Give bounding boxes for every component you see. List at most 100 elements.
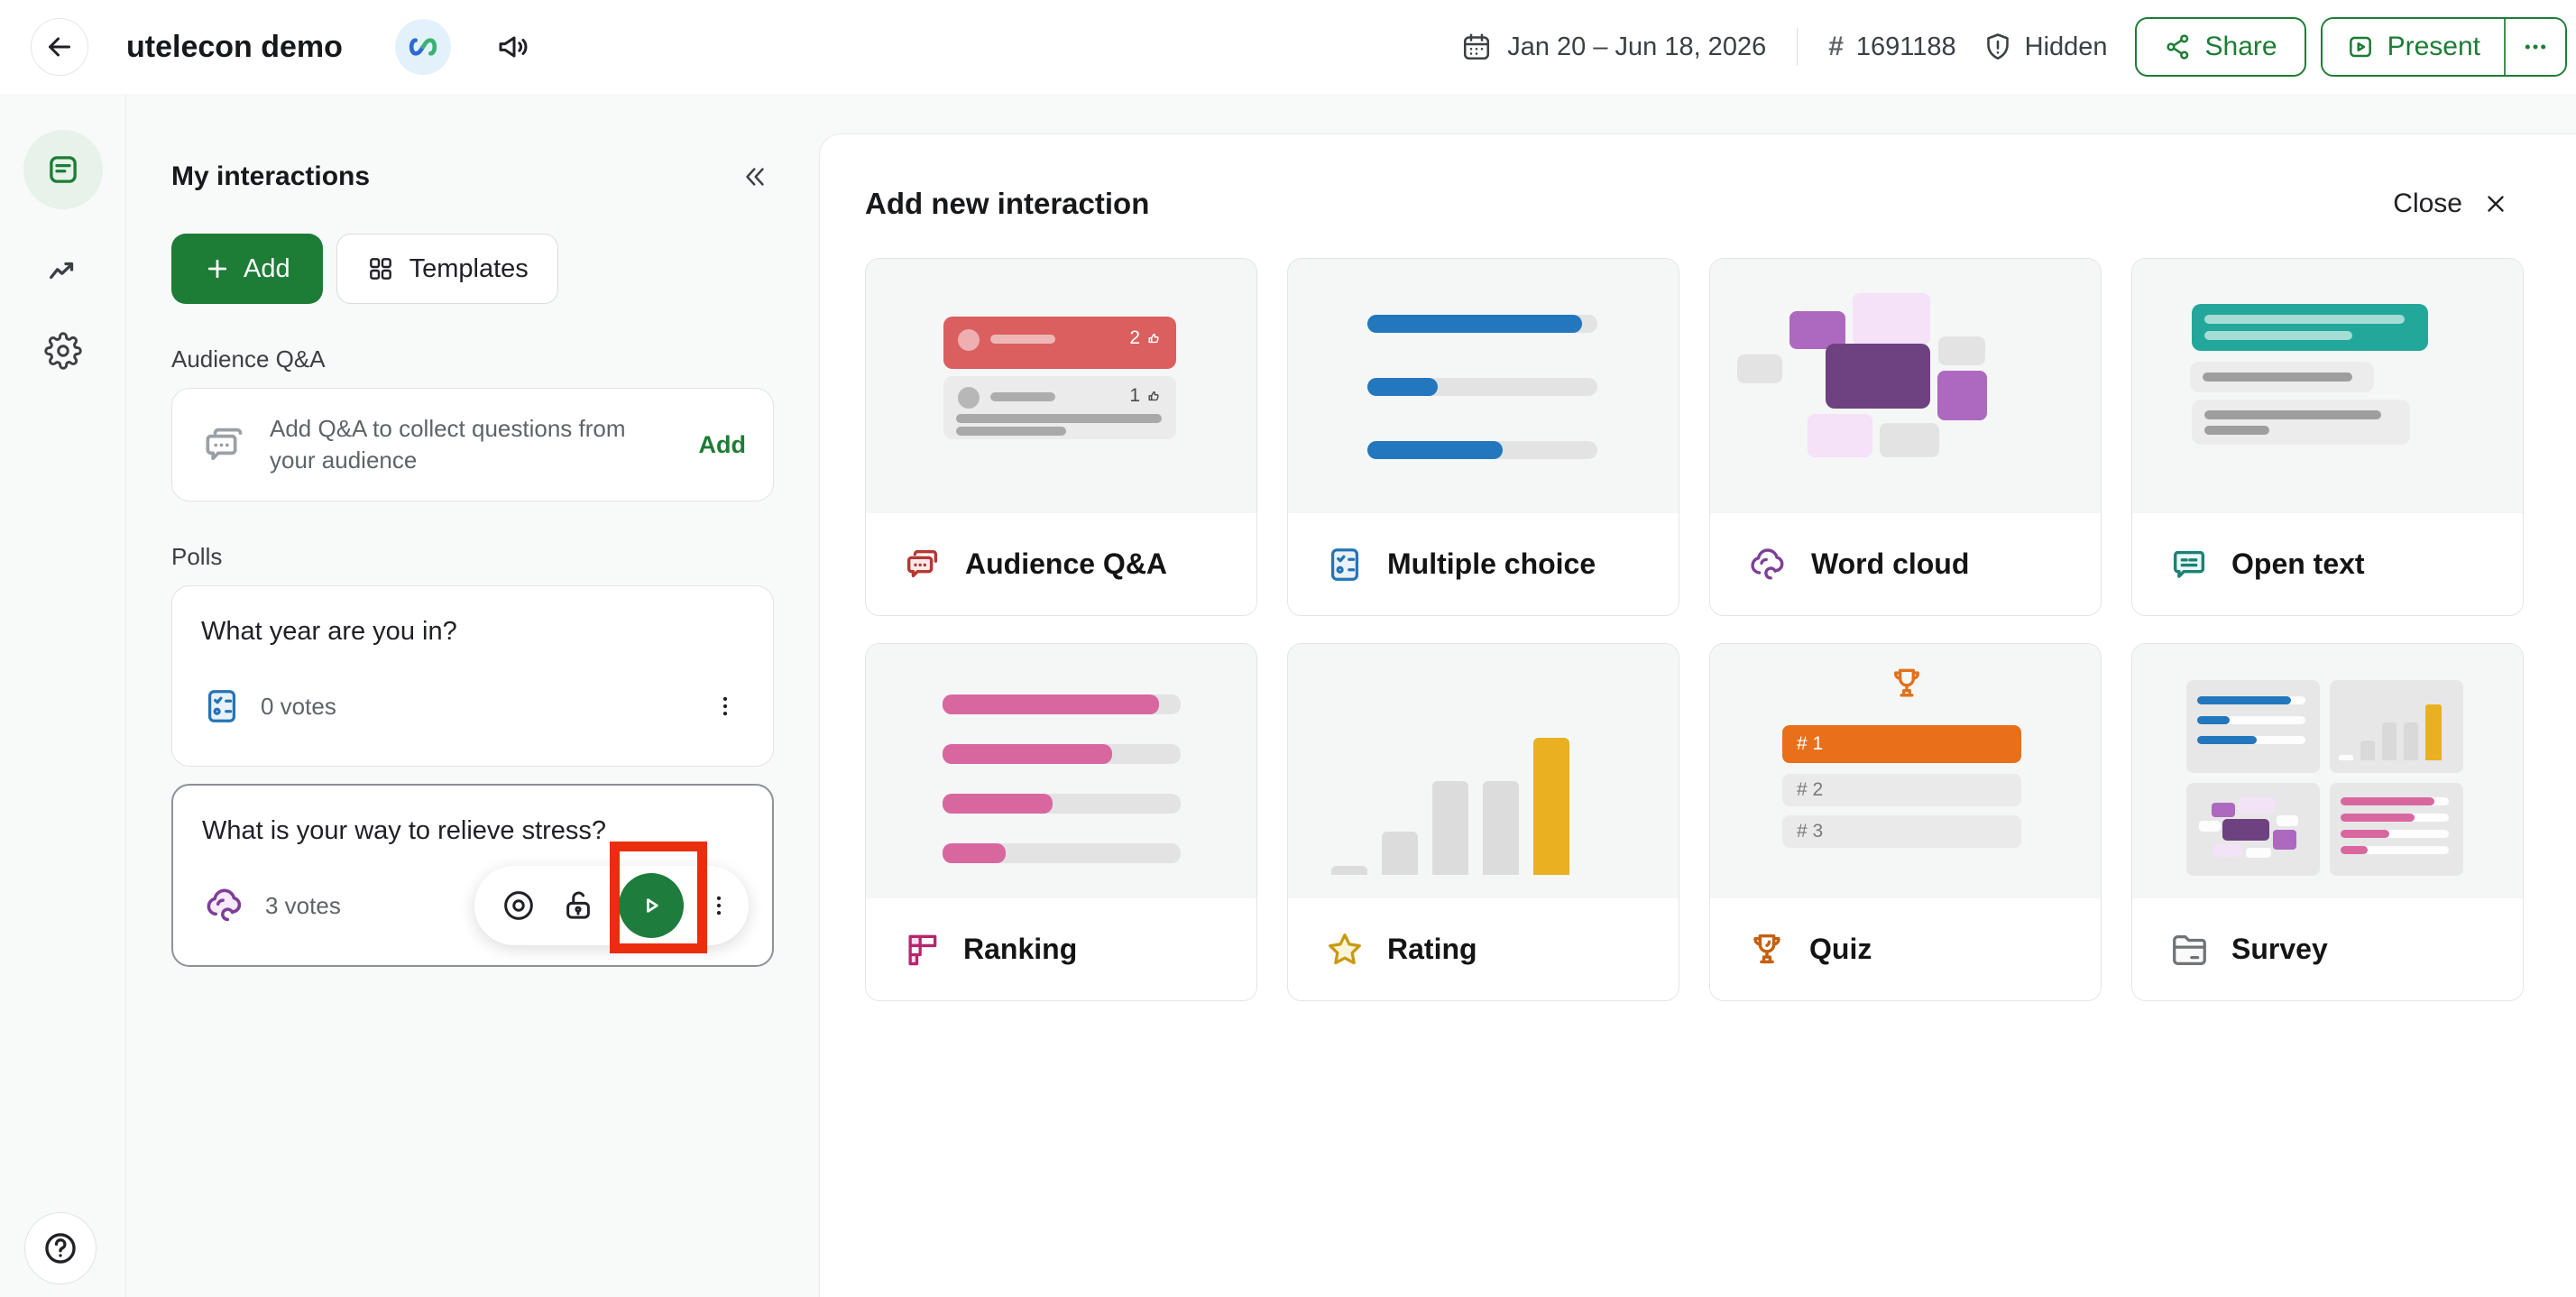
grid-icon <box>366 254 395 283</box>
qa-description: Add Q&A to collect questions from your a… <box>270 413 667 476</box>
present-button-group: Present <box>2321 17 2567 77</box>
interaction-card-rating[interactable]: Rating <box>1287 643 1679 1001</box>
card-label: Audience Q&A <box>965 547 1167 581</box>
help-button[interactable] <box>24 1212 97 1284</box>
audience-qa-illustration: 2 1 <box>866 259 1256 513</box>
date-range: Jan 20 – Jun 18, 2026 <box>1507 32 1766 62</box>
interactions-sidebar: My interactions Add Templates Audi <box>126 94 819 1297</box>
webex-logo-icon <box>395 19 451 75</box>
interaction-card-open-text[interactable]: Open text <box>2131 258 2524 616</box>
megaphone-icon <box>496 29 532 65</box>
close-panel-button[interactable]: Close <box>2393 189 2509 219</box>
card-label: Quiz <box>1809 933 1872 966</box>
survey-illustration <box>2132 644 2523 898</box>
arrow-left-icon <box>43 31 76 63</box>
present-button[interactable]: Present <box>2323 19 2504 75</box>
card-label: Rating <box>1387 933 1477 966</box>
card-label: Open text <box>2231 547 2365 581</box>
word-cloud-illustration <box>1710 259 2101 513</box>
ranking-illustration <box>866 644 1256 898</box>
notes-icon <box>44 151 82 189</box>
like-count: 1 <box>1129 385 1140 407</box>
lock-voting-button[interactable] <box>559 887 597 924</box>
plus-icon <box>204 255 231 282</box>
top-bar-right-group: Jan 20 – Jun 18, 2026 # 1691188 Hidden S… <box>1460 17 2567 77</box>
templates-button[interactable]: Templates <box>336 234 558 304</box>
rail-item-results[interactable] <box>45 253 81 289</box>
trend-up-icon <box>45 253 81 289</box>
interaction-card-multiple-choice[interactable]: Multiple choice <box>1287 258 1679 616</box>
open-text-icon <box>2168 544 2210 585</box>
add-interaction-button[interactable]: Add <box>171 234 323 304</box>
collapse-sidebar-button[interactable] <box>736 158 774 196</box>
word-cloud-icon <box>202 883 247 928</box>
app-root: utelecon demo Jan 20 – Jun 18, 2026 # 16… <box>0 0 2576 1297</box>
interaction-card-survey[interactable]: Survey <box>2131 643 2524 1001</box>
multiple-choice-icon <box>1324 544 1366 585</box>
trophy-icon <box>1887 664 1927 704</box>
interaction-card-word-cloud[interactable]: Word cloud <box>1709 258 2102 616</box>
rank-label: # 2 <box>1797 779 1823 801</box>
rank-label: # 3 <box>1797 821 1823 842</box>
left-rail <box>0 94 126 1297</box>
multiple-choice-icon <box>201 685 243 727</box>
card-label: Word cloud <box>1811 547 1969 581</box>
back-button[interactable] <box>31 18 88 76</box>
sidebar-heading: My interactions <box>171 161 370 192</box>
question-mark-icon <box>41 1229 79 1267</box>
thumbs-up-icon <box>1146 331 1162 346</box>
interaction-card-quiz[interactable]: # 1 # 2 # 3 Quiz <box>1709 643 2102 1001</box>
more-options-button[interactable] <box>2506 19 2565 75</box>
rating-illustration <box>1288 644 1679 898</box>
add-label: Add <box>244 254 290 284</box>
present-play-icon <box>2346 32 2375 61</box>
play-button[interactable] <box>619 873 684 938</box>
qa-add-link[interactable]: Add <box>699 431 746 459</box>
interaction-card-ranking[interactable]: Ranking <box>865 643 1257 1001</box>
card-label: Survey <box>2231 933 2328 966</box>
open-text-illustration <box>2132 259 2523 513</box>
star-icon <box>1324 929 1366 970</box>
poll-card-relieve-stress[interactable]: What is your way to relieve stress? 3 vo… <box>171 784 774 967</box>
poll-hover-toolbar <box>474 866 749 945</box>
preview-button[interactable] <box>500 887 538 924</box>
word-cloud-icon <box>1746 543 1789 586</box>
share-button[interactable]: Share <box>2135 17 2306 77</box>
vote-count: 0 votes <box>261 693 336 721</box>
card-label: Multiple choice <box>1387 547 1596 581</box>
add-interaction-panel: Add new interaction Close 2 <box>819 133 2576 1297</box>
share-nodes-icon <box>2164 32 2193 61</box>
share-label: Share <box>2205 32 2277 62</box>
poll-menu-button[interactable] <box>703 687 748 725</box>
card-label: Ranking <box>963 933 1077 966</box>
thumbs-up-icon <box>1146 389 1162 404</box>
polls-section-label: Polls <box>171 543 774 571</box>
poll-menu-button[interactable] <box>705 892 732 919</box>
page-title: utelecon demo <box>126 30 343 65</box>
templates-label: Templates <box>409 254 529 284</box>
audio-settings-button[interactable] <box>496 29 532 65</box>
eye-icon <box>500 887 538 924</box>
poll-card-what-year[interactable]: What year are you in? 0 votes <box>171 585 774 767</box>
calendar-icon <box>1460 31 1493 63</box>
hash-icon: # <box>1828 32 1844 62</box>
rank-label: # 1 <box>1797 733 1823 755</box>
qa-section-label: Audience Q&A <box>171 345 774 373</box>
interaction-card-audience-qa[interactable]: 2 1 <box>865 258 1257 616</box>
poll-title: What is your way to relieve stress? <box>202 816 747 846</box>
session-id: 1691188 <box>1856 32 1956 62</box>
folder-icon <box>2168 929 2210 970</box>
divider <box>2504 19 2506 75</box>
rail-item-settings[interactable] <box>44 332 82 370</box>
gear-icon <box>44 332 82 370</box>
play-icon <box>636 890 667 921</box>
rail-item-interactions[interactable] <box>23 130 103 209</box>
visibility-status: Hidden <box>2025 32 2108 62</box>
poll-title: What year are you in? <box>201 617 748 647</box>
present-label: Present <box>2387 32 2480 62</box>
shield-exclamation-icon <box>1982 31 2014 63</box>
chat-bubbles-icon <box>199 419 250 470</box>
close-label: Close <box>2393 189 2462 219</box>
panel-title: Add new interaction <box>865 187 1149 221</box>
vote-count: 3 votes <box>265 892 341 920</box>
